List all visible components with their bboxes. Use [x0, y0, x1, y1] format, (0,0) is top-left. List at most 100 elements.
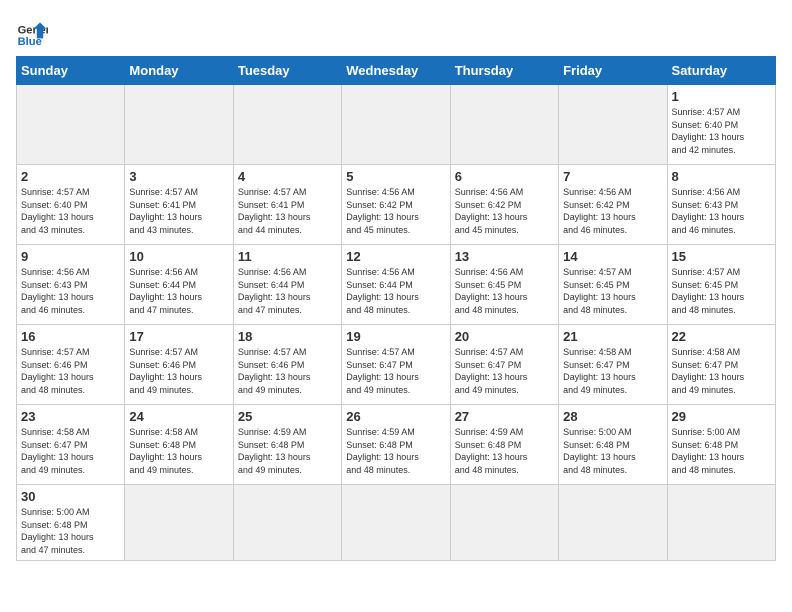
day-number: 29: [672, 409, 771, 424]
day-number: 19: [346, 329, 445, 344]
weekday-wednesday: Wednesday: [342, 57, 450, 85]
calendar-cell: 7 Sunrise: 4:56 AM Sunset: 6:42 PM Daylig…: [559, 165, 667, 245]
day-number: 5: [346, 169, 445, 184]
calendar-cell: [125, 485, 233, 561]
day-info: Sunrise: 4:57 AM Sunset: 6:45 PM Dayligh…: [672, 266, 771, 316]
day-info: Sunrise: 4:59 AM Sunset: 6:48 PM Dayligh…: [238, 426, 337, 476]
calendar-cell: 24Sunrise: 4:58 AM Sunset: 6:48 PM Dayli…: [125, 405, 233, 485]
calendar-cell: 14Sunrise: 4:57 AM Sunset: 6:45 PM Dayli…: [559, 245, 667, 325]
day-info: Sunrise: 4:56 AM Sunset: 6:43 PM Dayligh…: [21, 266, 120, 316]
week-row-2: 9 Sunrise: 4:56 AM Sunset: 6:43 PM Daylig…: [17, 245, 776, 325]
calendar-cell: 2 Sunrise: 4:57 AM Sunset: 6:40 PM Daylig…: [17, 165, 125, 245]
day-info: Sunrise: 4:56 AM Sunset: 6:42 PM Dayligh…: [563, 186, 662, 236]
calendar-cell: 1Sunrise: 4:57 AM Sunset: 6:40 PM Daylig…: [667, 85, 775, 165]
day-number: 24: [129, 409, 228, 424]
calendar-cell: 11 Sunrise: 4:56 AM Sunset: 6:44 PM Dayli…: [233, 245, 341, 325]
day-info: Sunrise: 4:57 AM Sunset: 6:41 PM Dayligh…: [238, 186, 337, 236]
day-info: Sunrise: 4:57 AM Sunset: 6:47 PM Dayligh…: [346, 346, 445, 396]
calendar-cell: [667, 485, 775, 561]
calendar-cell: [559, 485, 667, 561]
day-info: Sunrise: 5:00 AM Sunset: 6:48 PM Dayligh…: [672, 426, 771, 476]
week-row-3: 16 Sunrise: 4:57 AM Sunset: 6:46 PM Dayli…: [17, 325, 776, 405]
day-info: Sunrise: 4:57 AM Sunset: 6:40 PM Dayligh…: [21, 186, 120, 236]
day-info: Sunrise: 4:59 AM Sunset: 6:48 PM Dayligh…: [455, 426, 554, 476]
weekday-tuesday: Tuesday: [233, 57, 341, 85]
day-info: Sunrise: 4:57 AM Sunset: 6:45 PM Dayligh…: [563, 266, 662, 316]
week-row-1: 2 Sunrise: 4:57 AM Sunset: 6:40 PM Daylig…: [17, 165, 776, 245]
day-number: 30: [21, 489, 120, 504]
day-number: 17: [129, 329, 228, 344]
day-number: 25: [238, 409, 337, 424]
day-number: 8: [672, 169, 771, 184]
calendar-cell: 3 Sunrise: 4:57 AM Sunset: 6:41 PM Daylig…: [125, 165, 233, 245]
weekday-saturday: Saturday: [667, 57, 775, 85]
day-info: Sunrise: 5:00 AM Sunset: 6:48 PM Dayligh…: [21, 506, 120, 556]
calendar-cell: 16 Sunrise: 4:57 AM Sunset: 6:46 PM Dayli…: [17, 325, 125, 405]
calendar-cell: 30 Sunrise: 5:00 AM Sunset: 6:48 PM Dayli…: [17, 485, 125, 561]
day-info: Sunrise: 5:00 AM Sunset: 6:48 PM Dayligh…: [563, 426, 662, 476]
calendar-cell: 12Sunrise: 4:56 AM Sunset: 6:44 PM Dayli…: [342, 245, 450, 325]
calendar-cell: 9 Sunrise: 4:56 AM Sunset: 6:43 PM Daylig…: [17, 245, 125, 325]
calendar-cell: 22 Sunrise: 4:58 AM Sunset: 6:47 PM Dayli…: [667, 325, 775, 405]
weekday-friday: Friday: [559, 57, 667, 85]
day-number: 27: [455, 409, 554, 424]
calendar-cell: [17, 85, 125, 165]
day-info: Sunrise: 4:56 AM Sunset: 6:43 PM Dayligh…: [672, 186, 771, 236]
calendar-cell: 19 Sunrise: 4:57 AM Sunset: 6:47 PM Dayli…: [342, 325, 450, 405]
day-number: 16: [21, 329, 120, 344]
day-info: Sunrise: 4:57 AM Sunset: 6:46 PM Dayligh…: [21, 346, 120, 396]
calendar-cell: 5 Sunrise: 4:56 AM Sunset: 6:42 PM Daylig…: [342, 165, 450, 245]
day-number: 11: [238, 249, 337, 264]
day-number: 10: [129, 249, 228, 264]
calendar-cell: 4Sunrise: 4:57 AM Sunset: 6:41 PM Daylig…: [233, 165, 341, 245]
calendar-body: 1 Sunrise: 4:57 AM Sunset: 6:40 PM Daylig…: [17, 85, 776, 561]
calendar-cell: 13 Sunrise: 4:56 AM Sunset: 6:45 PM Dayli…: [450, 245, 558, 325]
day-info: Sunrise: 4:56 AM Sunset: 6:42 PM Dayligh…: [455, 186, 554, 236]
day-number: 7: [563, 169, 662, 184]
day-number: 3: [129, 169, 228, 184]
day-info: Sunrise: 4:56 AM Sunset: 6:42 PM Dayligh…: [346, 186, 445, 236]
day-info: Sunrise: 4:58 AM Sunset: 6:47 PM Dayligh…: [563, 346, 662, 396]
day-info: Sunrise: 4:56 AM Sunset: 6:44 PM Dayligh…: [238, 266, 337, 316]
calendar-cell: 8 Sunrise: 4:56 AM Sunset: 6:43 PM Daylig…: [667, 165, 775, 245]
weekday-header-row: SundayMondayTuesdayWednesdayThursdayFrid…: [17, 57, 776, 85]
calendar-table: SundayMondayTuesdayWednesdayThursdayFrid…: [16, 56, 776, 561]
calendar-cell: [342, 85, 450, 165]
day-number: 6: [455, 169, 554, 184]
day-info: Sunrise: 4:57 AM Sunset: 6:41 PM Dayligh…: [129, 186, 228, 236]
calendar-cell: 10 Sunrise: 4:56 AM Sunset: 6:44 PM Dayli…: [125, 245, 233, 325]
day-number: 13: [455, 249, 554, 264]
day-number: 2: [21, 169, 120, 184]
calendar-cell: 29 Sunrise: 5:00 AM Sunset: 6:48 PM Dayli…: [667, 405, 775, 485]
day-info: Sunrise: 4:56 AM Sunset: 6:44 PM Dayligh…: [129, 266, 228, 316]
day-number: 1: [672, 89, 771, 104]
logo-icon: General Blue: [16, 16, 48, 48]
weekday-sunday: Sunday: [17, 57, 125, 85]
calendar-cell: [233, 85, 341, 165]
calendar-cell: 17 Sunrise: 4:57 AM Sunset: 6:46 PM Dayli…: [125, 325, 233, 405]
day-number: 15: [672, 249, 771, 264]
day-number: 9: [21, 249, 120, 264]
calendar-cell: [450, 485, 558, 561]
calendar-cell: 27 Sunrise: 4:59 AM Sunset: 6:48 PM Dayli…: [450, 405, 558, 485]
day-info: Sunrise: 4:56 AM Sunset: 6:45 PM Dayligh…: [455, 266, 554, 316]
week-row-4: 23Sunrise: 4:58 AM Sunset: 6:47 PM Dayli…: [17, 405, 776, 485]
calendar-cell: 26Sunrise: 4:59 AM Sunset: 6:48 PM Dayli…: [342, 405, 450, 485]
calendar-cell: 15 Sunrise: 4:57 AM Sunset: 6:45 PM Dayli…: [667, 245, 775, 325]
day-info: Sunrise: 4:58 AM Sunset: 6:47 PM Dayligh…: [672, 346, 771, 396]
day-number: 28: [563, 409, 662, 424]
page-header: General Blue: [16, 16, 776, 48]
day-info: Sunrise: 4:56 AM Sunset: 6:44 PM Dayligh…: [346, 266, 445, 316]
calendar-cell: 28 Sunrise: 5:00 AM Sunset: 6:48 PM Dayli…: [559, 405, 667, 485]
calendar-cell: 6 Sunrise: 4:56 AM Sunset: 6:42 PM Daylig…: [450, 165, 558, 245]
week-row-5: 30 Sunrise: 5:00 AM Sunset: 6:48 PM Dayli…: [17, 485, 776, 561]
day-info: Sunrise: 4:57 AM Sunset: 6:46 PM Dayligh…: [238, 346, 337, 396]
calendar-cell: 20Sunrise: 4:57 AM Sunset: 6:47 PM Dayli…: [450, 325, 558, 405]
week-row-0: 1Sunrise: 4:57 AM Sunset: 6:40 PM Daylig…: [17, 85, 776, 165]
calendar-cell: 21Sunrise: 4:58 AM Sunset: 6:47 PM Dayli…: [559, 325, 667, 405]
day-number: 18: [238, 329, 337, 344]
calendar-cell: [342, 485, 450, 561]
logo: General Blue: [16, 16, 48, 48]
day-info: Sunrise: 4:57 AM Sunset: 6:46 PM Dayligh…: [129, 346, 228, 396]
day-number: 22: [672, 329, 771, 344]
